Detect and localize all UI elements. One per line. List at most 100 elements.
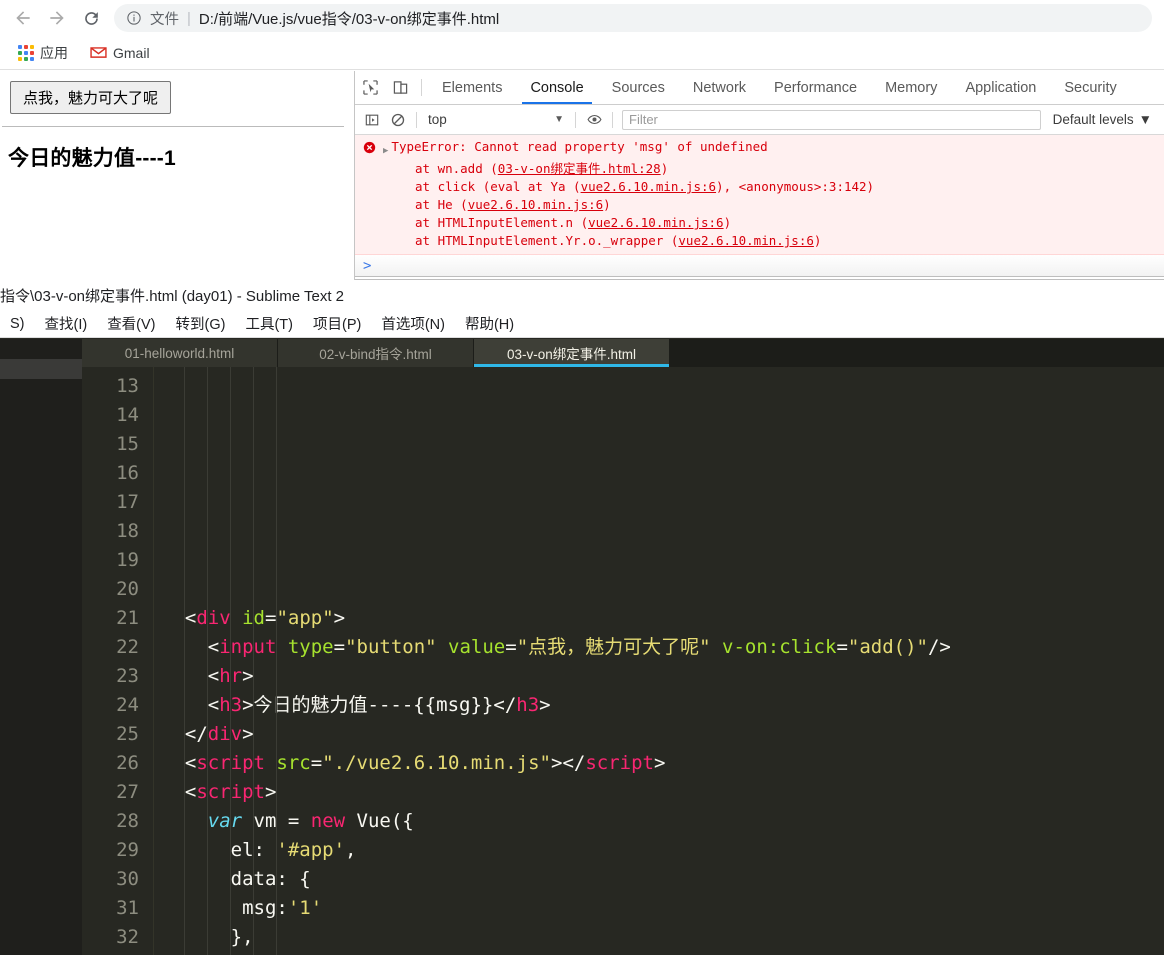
- line-number: 22: [116, 636, 139, 658]
- bookmark-gmail-label: Gmail: [113, 44, 150, 61]
- code-line[interactable]: el: '#app',: [162, 836, 1164, 865]
- inspect-element-icon: [362, 80, 378, 95]
- filterbar-separator-3: [612, 111, 613, 128]
- code-line[interactable]: <h3>今日的魅力值----{{msg}}</h3>: [162, 691, 1164, 720]
- line-number: 16: [116, 462, 139, 484]
- inspect-element-button[interactable]: [355, 71, 385, 104]
- editor-tab-02-v-bind[interactable]: 02-v-bind指令.html: [278, 339, 474, 367]
- code-line[interactable]: <script src="./vue2.6.10.min.js"></scrip…: [162, 749, 1164, 778]
- code-line[interactable]: var vm = new Vue({: [162, 807, 1164, 836]
- code-token: div: [207, 723, 243, 745]
- reload-button[interactable]: [74, 1, 108, 35]
- code-token: value: [448, 636, 506, 658]
- tab-memory[interactable]: Memory: [871, 71, 951, 104]
- console-context-select[interactable]: top ▼: [422, 112, 570, 127]
- code-token: </: [493, 694, 517, 716]
- line-number: 24: [116, 694, 139, 716]
- console-error-message[interactable]: ▶ TypeError: Cannot read property 'msg' …: [355, 135, 1164, 255]
- console-levels-select[interactable]: Default levels ▼: [1045, 112, 1160, 127]
- code-token: =: [265, 607, 277, 629]
- device-toolbar-button[interactable]: [385, 71, 415, 104]
- code-line[interactable]: data: {: [162, 865, 1164, 894]
- live-expression-button[interactable]: [581, 107, 607, 133]
- stack-frame-prefix: at He (: [415, 197, 468, 212]
- code-line[interactable]: <div id="app">: [162, 604, 1164, 633]
- stack-frame-prefix: at HTMLInputElement.n (: [415, 215, 589, 230]
- browser-toolbar: 文件 | D:/前端/Vue.js/vue指令/03-v-on绑定事件.html: [0, 0, 1164, 36]
- code-editor[interactable]: 13 14 15 16 17 18 19 20 21 22 23 24 25 26 27 28 29 30 31 32…: [82, 367, 1164, 955]
- stack-frame-link[interactable]: vue2.6.10.min.js:6: [678, 233, 813, 248]
- menu-project[interactable]: 项目(P): [303, 313, 371, 334]
- info-circle-icon[interactable]: [126, 10, 142, 26]
- stack-frame-link[interactable]: vue2.6.10.min.js:6: [588, 215, 723, 230]
- line-number: 32: [116, 926, 139, 948]
- charm-button[interactable]: 点我，魅力可大了呢: [10, 81, 172, 114]
- tab-network[interactable]: Network: [679, 71, 760, 104]
- menu-view[interactable]: 查看(V): [97, 313, 165, 334]
- menu-goto[interactable]: 转到(G): [166, 313, 236, 334]
- expand-triangle-icon[interactable]: ▶: [383, 142, 388, 160]
- code-token: vm: [242, 810, 288, 832]
- bookmark-gmail[interactable]: Gmail: [82, 42, 158, 64]
- stack-frame-link[interactable]: vue2.6.10.min.js:6: [468, 197, 603, 212]
- tab-console[interactable]: Console: [516, 71, 597, 104]
- code-token: <: [162, 752, 197, 774]
- sidebar-row[interactable]: [0, 339, 82, 359]
- sidebar-row[interactable]: [0, 379, 82, 399]
- address-bar[interactable]: 文件 | D:/前端/Vue.js/vue指令/03-v-on绑定事件.html: [114, 4, 1152, 32]
- sidebar-row-selected[interactable]: [0, 359, 82, 379]
- code-token: script: [585, 752, 654, 774]
- console-filter-input[interactable]: [622, 109, 1041, 130]
- editor-tab-01-helloworld[interactable]: 01-helloworld.html: [82, 339, 278, 367]
- console-sidebar-toggle[interactable]: [359, 107, 385, 133]
- menu-preferences[interactable]: 首选项(N): [371, 313, 455, 334]
- code-line[interactable]: </div>: [162, 720, 1164, 749]
- editor-tab-03-v-on[interactable]: 03-v-on绑定事件.html: [474, 339, 670, 367]
- code-token: 今日的魅力值----{{msg}}: [253, 694, 494, 716]
- code-token: "button": [345, 636, 437, 658]
- chevron-down-icon: ▼: [1138, 112, 1152, 127]
- code-line[interactable]: [162, 575, 1164, 604]
- tab-security[interactable]: Security: [1050, 71, 1130, 104]
- code-line[interactable]: msg:'1': [162, 894, 1164, 923]
- line-number: 20: [116, 578, 139, 600]
- sublime-sidebar[interactable]: [0, 339, 82, 955]
- menu-find[interactable]: 查找(I): [35, 313, 98, 334]
- tab-sources[interactable]: Sources: [598, 71, 679, 104]
- console-prompt[interactable]: >: [355, 255, 1164, 277]
- line-number: 27: [116, 781, 139, 803]
- line-number: 28: [116, 810, 139, 832]
- bookmark-apps[interactable]: 应用: [10, 40, 76, 66]
- stack-frame-prefix: at HTMLInputElement.Yr.o._wrapper (: [415, 233, 679, 248]
- code-line[interactable]: <hr>: [162, 662, 1164, 691]
- error-text: TypeError: Cannot read property 'msg' of…: [391, 139, 768, 154]
- forward-button[interactable]: [40, 1, 74, 35]
- line-number: 21: [116, 607, 139, 629]
- code-token: el:: [162, 839, 277, 861]
- code-line[interactable]: <script>: [162, 778, 1164, 807]
- menu-select[interactable]: S): [0, 316, 35, 332]
- menu-help[interactable]: 帮助(H): [455, 313, 524, 334]
- tab-elements[interactable]: Elements: [428, 71, 516, 104]
- code-line[interactable]: },: [162, 923, 1164, 952]
- stack-frame-link[interactable]: vue2.6.10.min.js:6: [581, 179, 716, 194]
- stack-frame-suffix: ): [723, 215, 732, 230]
- tab-performance[interactable]: Performance: [760, 71, 871, 104]
- tab-application[interactable]: Application: [951, 71, 1050, 104]
- stack-frame-suffix: ): [813, 233, 822, 248]
- error-body: ▶ TypeError: Cannot read property 'msg' …: [383, 138, 1164, 250]
- stack-frame-link[interactable]: 03-v-on绑定事件.html:28: [498, 161, 661, 176]
- code-content[interactable]: <div id="app"> <input type="button" valu…: [154, 367, 1164, 955]
- back-button[interactable]: [6, 1, 40, 35]
- chevron-down-icon: ▼: [554, 114, 564, 125]
- menu-tools[interactable]: 工具(T): [235, 313, 303, 334]
- line-number: 29: [116, 839, 139, 861]
- line-number: 17: [116, 491, 139, 513]
- code-token: h3: [516, 694, 540, 716]
- code-line[interactable]: <input type="button" value="点我，魅力可大了呢" v…: [162, 633, 1164, 662]
- sublime-title-text: 指令\03-v-on绑定事件.html (day01) - Sublime Te…: [0, 287, 344, 305]
- clear-console-button[interactable]: [385, 107, 411, 133]
- line-number-gutter: 13 14 15 16 17 18 19 20 21 22 23 24 25 26 27 28 29 30 31 32: [82, 367, 154, 955]
